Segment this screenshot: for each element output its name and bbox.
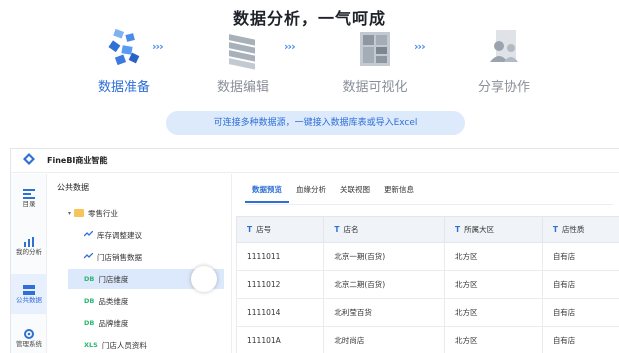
table-cell: 自有店 [541, 242, 619, 271]
step-data-visualization[interactable]: 数据可视化 [315, 26, 435, 95]
step-data-prep[interactable]: 数据准备 [64, 26, 184, 95]
tree-item-label: 品类维度 [98, 296, 129, 306]
tree-item-label: 库存调整建议 [97, 230, 142, 240]
admin-system-icon [23, 326, 35, 339]
catalog-icon [23, 186, 35, 199]
rail-label: 我的分析 [16, 248, 42, 256]
table-cell: 北京一期(百货) [323, 242, 446, 271]
public-data-icon [23, 282, 35, 295]
table-cell: 1111014 [235, 298, 325, 327]
preview-table: T 店号 T 店名 T 所属大区 T 店性质 1111011 北京一期(百货) 北方区 … [235, 216, 619, 353]
column-header[interactable]: T 店名 [323, 216, 446, 243]
chevrons-icon: ››› [414, 40, 426, 53]
finebi-window: FineBI商业智能 目录 我的分析 公共数据 管理系统 公共数据 ▾ 零售行业… [10, 148, 619, 353]
table-cell: 北方区 [444, 326, 543, 353]
tab-data-preview[interactable]: 数据预览 [245, 184, 289, 203]
step-share-collaborate[interactable]: 分享协作 [444, 26, 564, 95]
text-type-icon: T [334, 225, 340, 234]
tab-update-info[interactable]: 更新信息 [377, 184, 421, 203]
table-row[interactable]: 1111014 北利莹百货 北方区 自有店 [235, 298, 619, 327]
data-tree-panel: 公共数据 ▾ 零售行业 库存调整建议 门店销售数据 DB 门店维度 DB 品类维… [48, 174, 232, 353]
text-type-icon: T [455, 225, 461, 234]
tab-relation-view[interactable]: 关联视图 [333, 184, 377, 203]
rail-item-public-data[interactable]: 公共数据 [11, 274, 47, 314]
trend-line-icon [83, 230, 94, 239]
db-tag-icon: DB [84, 319, 95, 327]
table-cell: 自有店 [541, 270, 619, 299]
table-cell: 北方区 [444, 242, 543, 271]
tree-folder[interactable]: ▾ 零售行业 [68, 203, 234, 223]
table-cell: 北方区 [444, 298, 543, 327]
rail-item-my-analysis[interactable]: 我的分析 [11, 234, 47, 256]
table-cell: 北利莹百货 [323, 298, 446, 327]
data-visualization-icon [351, 26, 399, 72]
text-type-icon: T [552, 225, 558, 234]
share-collaborate-icon [480, 26, 528, 72]
table-cell: 自有店 [541, 298, 619, 327]
folder-label: 零售行业 [88, 208, 119, 218]
table-cell: 1111011 [235, 242, 325, 271]
table-cell: 北京二期(百货) [323, 270, 446, 299]
left-rail: 目录 我的分析 公共数据 管理系统 [11, 174, 47, 353]
tree-heading: 公共数据 [57, 183, 89, 192]
rail-item-catalog[interactable]: 目录 [11, 186, 47, 208]
folder-icon [74, 209, 85, 217]
tab-divider [245, 204, 613, 205]
table-row[interactable]: 1111011 北京一期(百货) 北方区 自有店 [235, 242, 619, 271]
caret-down-icon: ▾ [68, 209, 72, 217]
db-tag-icon: DB [84, 275, 95, 283]
finebi-logo-icon [11, 153, 47, 168]
table-row[interactable]: 1111012 北京二期(百货) 北方区 自有店 [235, 270, 619, 299]
text-type-icon: T [247, 225, 253, 234]
column-header[interactable]: T 店号 [235, 216, 325, 243]
data-edit-icon [219, 26, 267, 72]
tree-item[interactable]: 门店销售数据 [83, 247, 224, 267]
db-tag-icon: DB [84, 297, 95, 305]
tree-item-label: 门店维度 [98, 274, 129, 284]
rail-label: 目录 [22, 200, 36, 208]
rail-label: 公共数据 [16, 296, 42, 304]
column-header[interactable]: T 店性质 [541, 216, 619, 243]
table-cell: 北时尚店 [323, 326, 446, 353]
tree-item[interactable]: DB 品类维度 [84, 291, 224, 311]
my-analysis-icon [23, 234, 35, 247]
step-label: 分享协作 [477, 80, 530, 95]
data-prep-icon [100, 26, 148, 72]
step-label: 数据准备 [97, 80, 150, 95]
app-title: FineBI商业智能 [47, 156, 108, 165]
table-cell: 北方区 [444, 270, 543, 299]
dataset-preview: 数据预览 血缘分析 关联视图 更新信息 T 店号 T 店名 T 所属大区 T 店性质 1… [233, 174, 619, 353]
step-label: 数据可视化 [342, 80, 408, 95]
step-data-edit[interactable]: 数据编辑 [183, 26, 303, 95]
rail-label: 管理系统 [16, 340, 42, 348]
table-header-row: T 店号 T 店名 T 所属大区 T 店性质 [235, 216, 619, 243]
step-label: 数据编辑 [216, 80, 269, 95]
loading-spinner-icon [191, 266, 217, 292]
trend-line-icon [83, 252, 94, 261]
table-cell: 1111012 [235, 270, 325, 299]
table-row[interactable]: 111101A 北时尚店 北方区 自有店 [235, 326, 619, 353]
tab-lineage[interactable]: 血缘分析 [289, 184, 333, 203]
app-header: FineBI商业智能 [11, 149, 619, 173]
column-header[interactable]: T 所属大区 [444, 216, 543, 243]
chevrons-icon: ››› [284, 40, 296, 53]
table-cell: 自有店 [541, 326, 619, 353]
tree-item-label: 门店销售数据 [97, 252, 142, 262]
xls-tag-icon: XLS [84, 341, 98, 349]
tree-item-label: 门店人员资料 [101, 340, 147, 350]
table-cell: 111101A [235, 326, 325, 353]
data-source-hint: 可连接多种数据源，一键接入数据库表或导入Excel [166, 111, 465, 135]
tree-item[interactable]: XLS 门店人员资料 [84, 335, 224, 353]
tree-item[interactable]: DB 品牌维度 [84, 313, 224, 333]
tree-item-label: 品牌维度 [98, 318, 129, 328]
rail-item-admin-system[interactable]: 管理系统 [11, 326, 47, 348]
tree-item[interactable]: 库存调整建议 [83, 225, 224, 245]
chevrons-icon: ››› [152, 40, 164, 53]
tab-bar: 数据预览 血缘分析 关联视图 更新信息 [245, 184, 421, 203]
